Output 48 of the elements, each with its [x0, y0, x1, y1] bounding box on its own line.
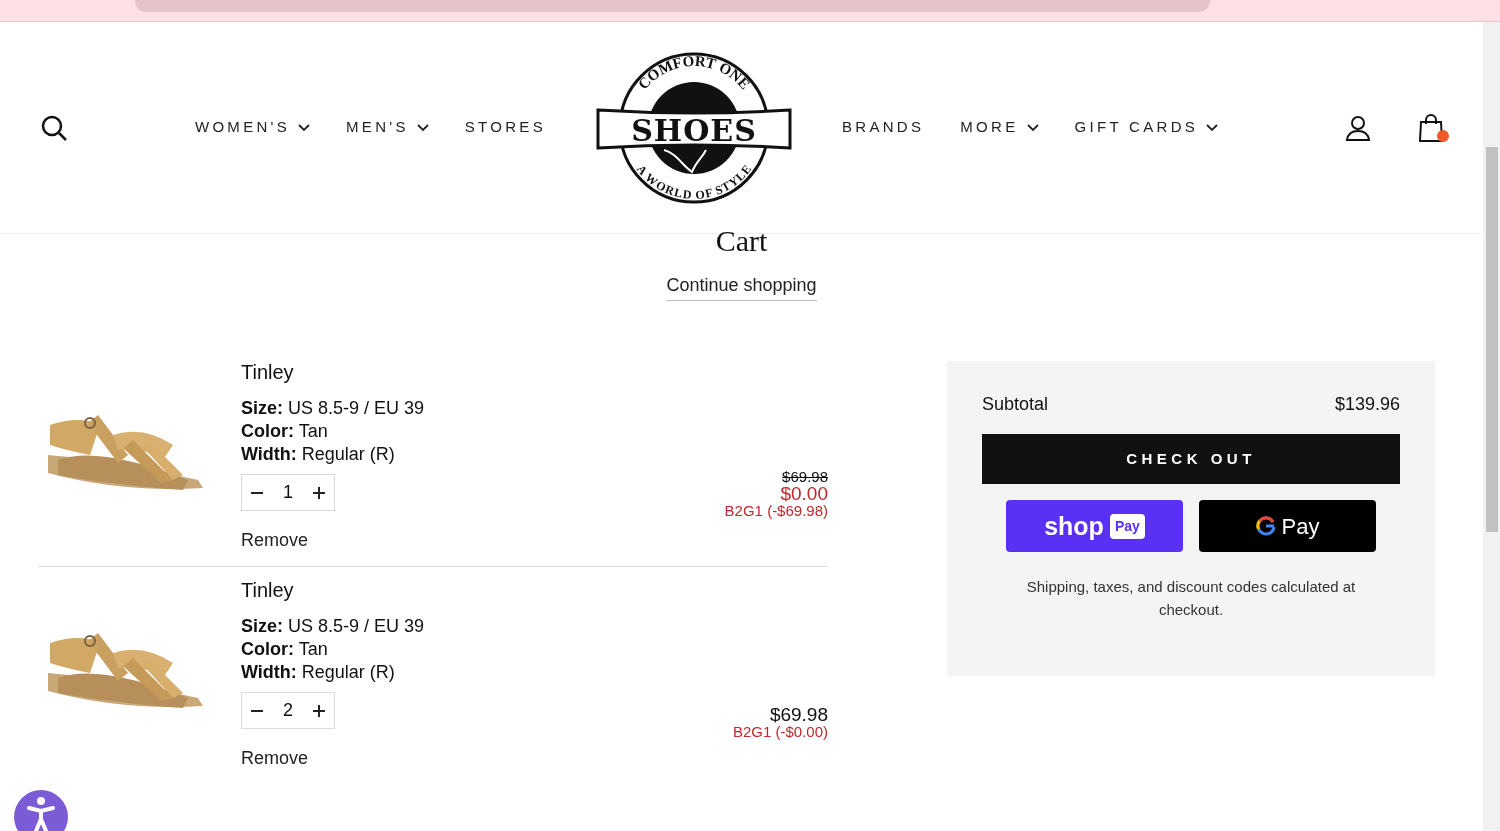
- discount-text: B2G1 (-$69.98): [724, 503, 828, 518]
- shop-pay-button[interactable]: shop Pay: [1006, 500, 1183, 552]
- original-price: $69.98: [781, 469, 828, 484]
- product-option: Color: Tan: [241, 638, 561, 661]
- discount-text: B2G1 (-$0.00): [732, 724, 828, 739]
- quantity-value: 2: [282, 699, 294, 722]
- plus-icon: [313, 705, 325, 718]
- minus-icon: [251, 492, 263, 495]
- shipping-note: Shipping, taxes, and discount codes calculated at checkout.: [1025, 577, 1357, 620]
- accessibility-icon: [26, 796, 56, 831]
- product-option: Width: Regular (R): [241, 661, 561, 684]
- quantity-value: 1: [282, 481, 294, 504]
- product-option: Size: US 8.5-9 / EU 39: [241, 615, 561, 638]
- google-g-icon: [1255, 516, 1276, 536]
- product-name[interactable]: Tinley: [241, 575, 561, 605]
- search-icon[interactable]: [40, 113, 68, 142]
- item-price: $0.00: [779, 484, 828, 503]
- nav-link[interactable]: MEN'S: [346, 116, 429, 139]
- subtotal-label: Subtotal: [982, 393, 1049, 416]
- account-icon[interactable]: [1345, 114, 1371, 141]
- product-option: Width: Regular (R): [241, 443, 561, 466]
- product-option: Size: US 8.5-9 / EU 39: [241, 397, 561, 420]
- minus-icon: [251, 710, 263, 713]
- plus-icon: [313, 487, 325, 500]
- checkout-button[interactable]: CHECK OUT: [982, 434, 1400, 484]
- nav-link[interactable]: MORE: [960, 116, 1039, 139]
- continue-shopping-link[interactable]: Continue shopping: [666, 272, 817, 301]
- accessibility-button[interactable]: [14, 790, 68, 831]
- item-price: $69.98: [768, 705, 828, 724]
- nav-link[interactable]: BRANDS: [842, 116, 925, 139]
- nav-link[interactable]: GIFT CARDS: [1074, 116, 1219, 139]
- pay-badge: Pay: [1109, 513, 1145, 539]
- remove-link[interactable]: Remove: [241, 745, 309, 772]
- remove-link[interactable]: Remove: [241, 527, 309, 554]
- shopping-bag-icon[interactable]: [1419, 113, 1443, 142]
- nav-link[interactable]: WOMEN'S: [194, 116, 311, 139]
- page-title: Cart: [715, 226, 768, 256]
- product-name[interactable]: Tinley: [241, 357, 561, 387]
- scrollbar[interactable]: [1483, 22, 1500, 831]
- nav-link[interactable]: STORES: [464, 116, 546, 139]
- quantity-stepper[interactable]: 1: [241, 474, 335, 511]
- product-option: Color: Tan: [241, 420, 561, 443]
- scrollbar-thumb[interactable]: [1485, 147, 1498, 532]
- pay-text: Pay: [1281, 512, 1320, 541]
- subtotal-amount: $139.96: [1334, 393, 1400, 416]
- shop-pay-logo-text: shop: [1044, 513, 1104, 539]
- google-pay-button[interactable]: Pay: [1199, 500, 1376, 552]
- quantity-stepper[interactable]: 2: [241, 692, 335, 729]
